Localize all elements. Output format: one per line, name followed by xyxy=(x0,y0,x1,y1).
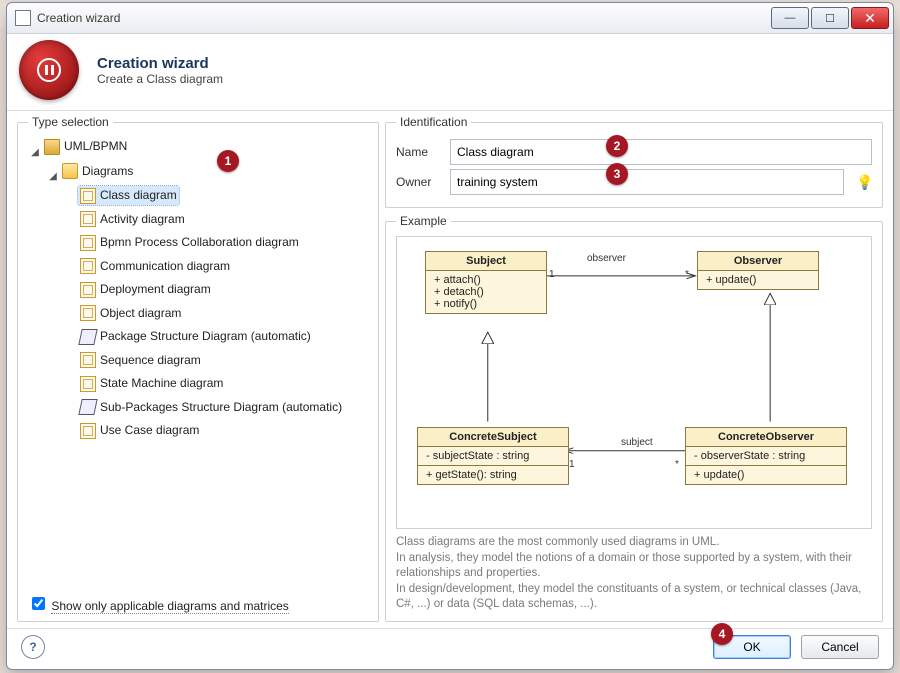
assoc-observer-name: observer xyxy=(587,253,626,264)
name-label: Name xyxy=(396,145,442,159)
diagram-icon xyxy=(80,211,96,227)
tree-item[interactable]: Communication diagram xyxy=(78,257,232,276)
diagram-icon xyxy=(80,376,96,392)
close-button[interactable]: ✕ xyxy=(851,7,889,29)
diagram-icon xyxy=(80,423,96,439)
owner-label: Owner xyxy=(396,175,442,189)
type-tree[interactable]: ◢UML/BPMN◢DiagramsClass diagramActivity … xyxy=(28,135,368,590)
diagram-icon xyxy=(78,399,97,415)
identification-legend: Identification xyxy=(396,115,471,129)
uml-concrete-subject: ConcreteSubject - subjectState : string … xyxy=(417,427,569,485)
wizard-header: Creation wizard Create a Class diagram xyxy=(7,34,893,111)
tree-item[interactable]: Use Case diagram xyxy=(78,421,201,440)
filter-label[interactable]: Show only applicable diagrams and matric… xyxy=(51,599,288,614)
assoc-observer-m1: 1 xyxy=(549,269,555,280)
hint-icon[interactable]: 💡 xyxy=(856,174,872,190)
diagram-icon xyxy=(80,235,96,251)
wizard-icon xyxy=(19,40,79,100)
uml-concrete-observer: ConcreteObserver - observerState : strin… xyxy=(685,427,847,485)
tree-item[interactable]: Sequence diagram xyxy=(78,351,203,370)
example-description: Class diagrams are the most commonly use… xyxy=(396,535,872,613)
tree-item[interactable]: Deployment diagram xyxy=(78,280,213,299)
diagram-icon xyxy=(78,329,97,345)
identification-group: Identification Name Owner 💡 2 3 xyxy=(385,115,883,208)
uml-observer: Observer + update() xyxy=(697,251,819,290)
tree-item[interactable]: Package Structure Diagram (automatic) xyxy=(78,327,313,346)
tree-item[interactable]: Bpmn Process Collaboration diagram xyxy=(78,233,301,252)
wizard-subtitle: Create a Class diagram xyxy=(97,72,223,86)
maximize-button[interactable]: ☐ xyxy=(811,7,849,29)
assoc-subject-m1: 1 xyxy=(569,459,575,470)
diagram-icon xyxy=(80,258,96,274)
uml-subject: Subject + attach() + detach() + notify() xyxy=(425,251,547,314)
owner-input[interactable] xyxy=(450,169,844,195)
tree-root[interactable]: UML/BPMN xyxy=(42,137,129,156)
diagram-icon xyxy=(80,352,96,368)
tree-group-diagrams[interactable]: Diagrams xyxy=(60,162,135,181)
example-group: Example xyxy=(385,214,883,622)
tree-item[interactable]: Sub-Packages Structure Diagram (automati… xyxy=(78,398,344,417)
titlebar[interactable]: Creation wizard — ☐ ✕ xyxy=(7,3,893,34)
ok-button[interactable]: OK xyxy=(713,635,791,659)
diagram-icon xyxy=(80,282,96,298)
tree-item[interactable]: Class diagram xyxy=(78,186,179,205)
help-button[interactable]: ? xyxy=(21,635,45,659)
type-selection-legend: Type selection xyxy=(28,115,113,129)
dialog-footer: ? 4 OK Cancel xyxy=(7,628,893,669)
name-input[interactable] xyxy=(450,139,872,165)
window-title: Creation wizard xyxy=(37,11,120,25)
minimize-button[interactable]: — xyxy=(771,7,809,29)
example-legend: Example xyxy=(396,214,451,228)
type-selection-group: Type selection ◢UML/BPMN◢DiagramsClass d… xyxy=(17,115,379,622)
diagram-icon xyxy=(80,188,96,204)
creation-wizard-window: Creation wizard — ☐ ✕ Creation wizard Cr… xyxy=(6,2,894,670)
assoc-observer-m2: * xyxy=(685,269,689,280)
filter-checkbox[interactable] xyxy=(32,597,45,610)
wizard-title: Creation wizard xyxy=(97,55,223,72)
example-preview: Subject + attach() + detach() + notify()… xyxy=(396,236,872,529)
tree-item[interactable]: Object diagram xyxy=(78,304,183,323)
cancel-button[interactable]: Cancel xyxy=(801,635,879,659)
diagram-icon xyxy=(80,305,96,321)
tree-item[interactable]: State Machine diagram xyxy=(78,374,225,393)
app-icon xyxy=(15,10,31,26)
tree-item[interactable]: Activity diagram xyxy=(78,210,187,229)
assoc-subject-name: subject xyxy=(621,437,653,448)
assoc-subject-m2: * xyxy=(675,459,679,470)
